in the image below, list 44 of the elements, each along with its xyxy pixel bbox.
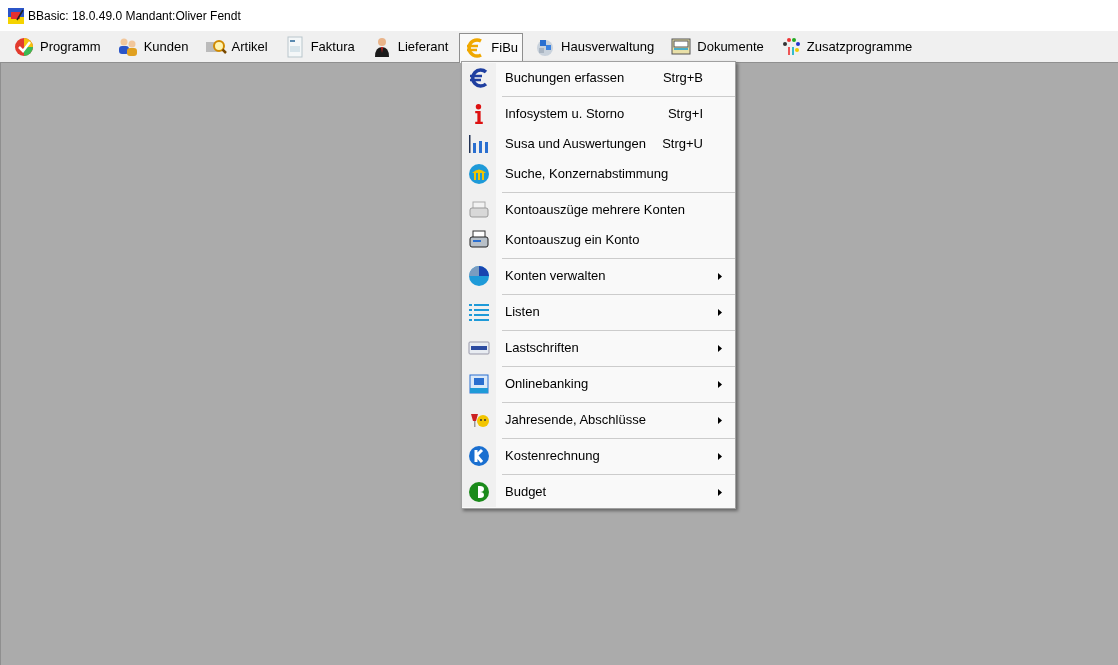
window-title: BBasic: 18.0.49.0 Mandant:Oliver Fendt [28, 7, 241, 25]
menu-item[interactable]: Kostenrechnung [462, 435, 735, 471]
menu-item[interactable]: Susa und Auswertungen Strg+U [462, 129, 735, 159]
printer-icon [468, 229, 490, 251]
menu-item[interactable]: Jahresende, Abschlüsse [462, 399, 735, 435]
menu-bar-item[interactable]: Zusatzprogramme [774, 31, 918, 62]
info-icon [475, 104, 483, 124]
menu-bar-item[interactable]: Faktura [278, 31, 360, 62]
euro-icon [468, 67, 490, 89]
menu-item[interactable]: Budget [462, 471, 735, 507]
list-icon [468, 301, 490, 323]
menu-bar-item[interactable]: FiBu [459, 32, 524, 63]
menu-bar-item[interactable]: Hausverwaltung [529, 31, 660, 62]
menu-bar-item[interactable]: Programm [8, 31, 106, 62]
pillars-icon [468, 163, 490, 185]
printer-icon [468, 199, 490, 221]
menu-bar-item[interactable]: Kunden [111, 31, 194, 62]
menu-bar-item[interactable]: Artikel [199, 31, 273, 62]
menu-item[interactable]: Onlinebanking [462, 363, 735, 399]
tray-icon [670, 35, 693, 58]
bank-card-icon [468, 373, 490, 395]
submenu-arrow-icon [718, 380, 722, 388]
app-icon [8, 7, 24, 24]
menu-bar-item[interactable]: Dokumente [665, 31, 769, 62]
menu-item[interactable]: Lastschriften [462, 327, 735, 363]
submenu-arrow-icon [718, 344, 722, 352]
pie-chart-icon [468, 265, 490, 287]
submenu-arrow-icon [718, 416, 722, 424]
circle-b-icon [468, 481, 490, 503]
menu-item[interactable]: Kontoauszug ein Konto [462, 225, 735, 255]
submenu-arrow-icon [718, 272, 722, 280]
submenu-arrow-icon [718, 452, 722, 460]
menu-item[interactable]: Kontoauszüge mehrere Konten [462, 189, 735, 225]
menu-item[interactable]: Suche, Konzernabstimmung [462, 159, 735, 189]
menu-item[interactable]: Listen [462, 291, 735, 327]
menu-item[interactable]: Konten verwalten [462, 255, 735, 291]
menu-bar-item[interactable]: Lieferant [365, 31, 454, 62]
bar-chart-icon [468, 133, 490, 155]
menu-item[interactable]: Buchungen erfassen Strg+B [462, 63, 735, 93]
multicolor-circle-icon [13, 35, 35, 58]
menu-item[interactable]: Infosystem u. Storno Strg+I [462, 93, 735, 129]
submenu-arrow-icon [718, 308, 722, 316]
submenu-arrow-icon [718, 488, 722, 496]
circle-k-icon [468, 445, 490, 467]
